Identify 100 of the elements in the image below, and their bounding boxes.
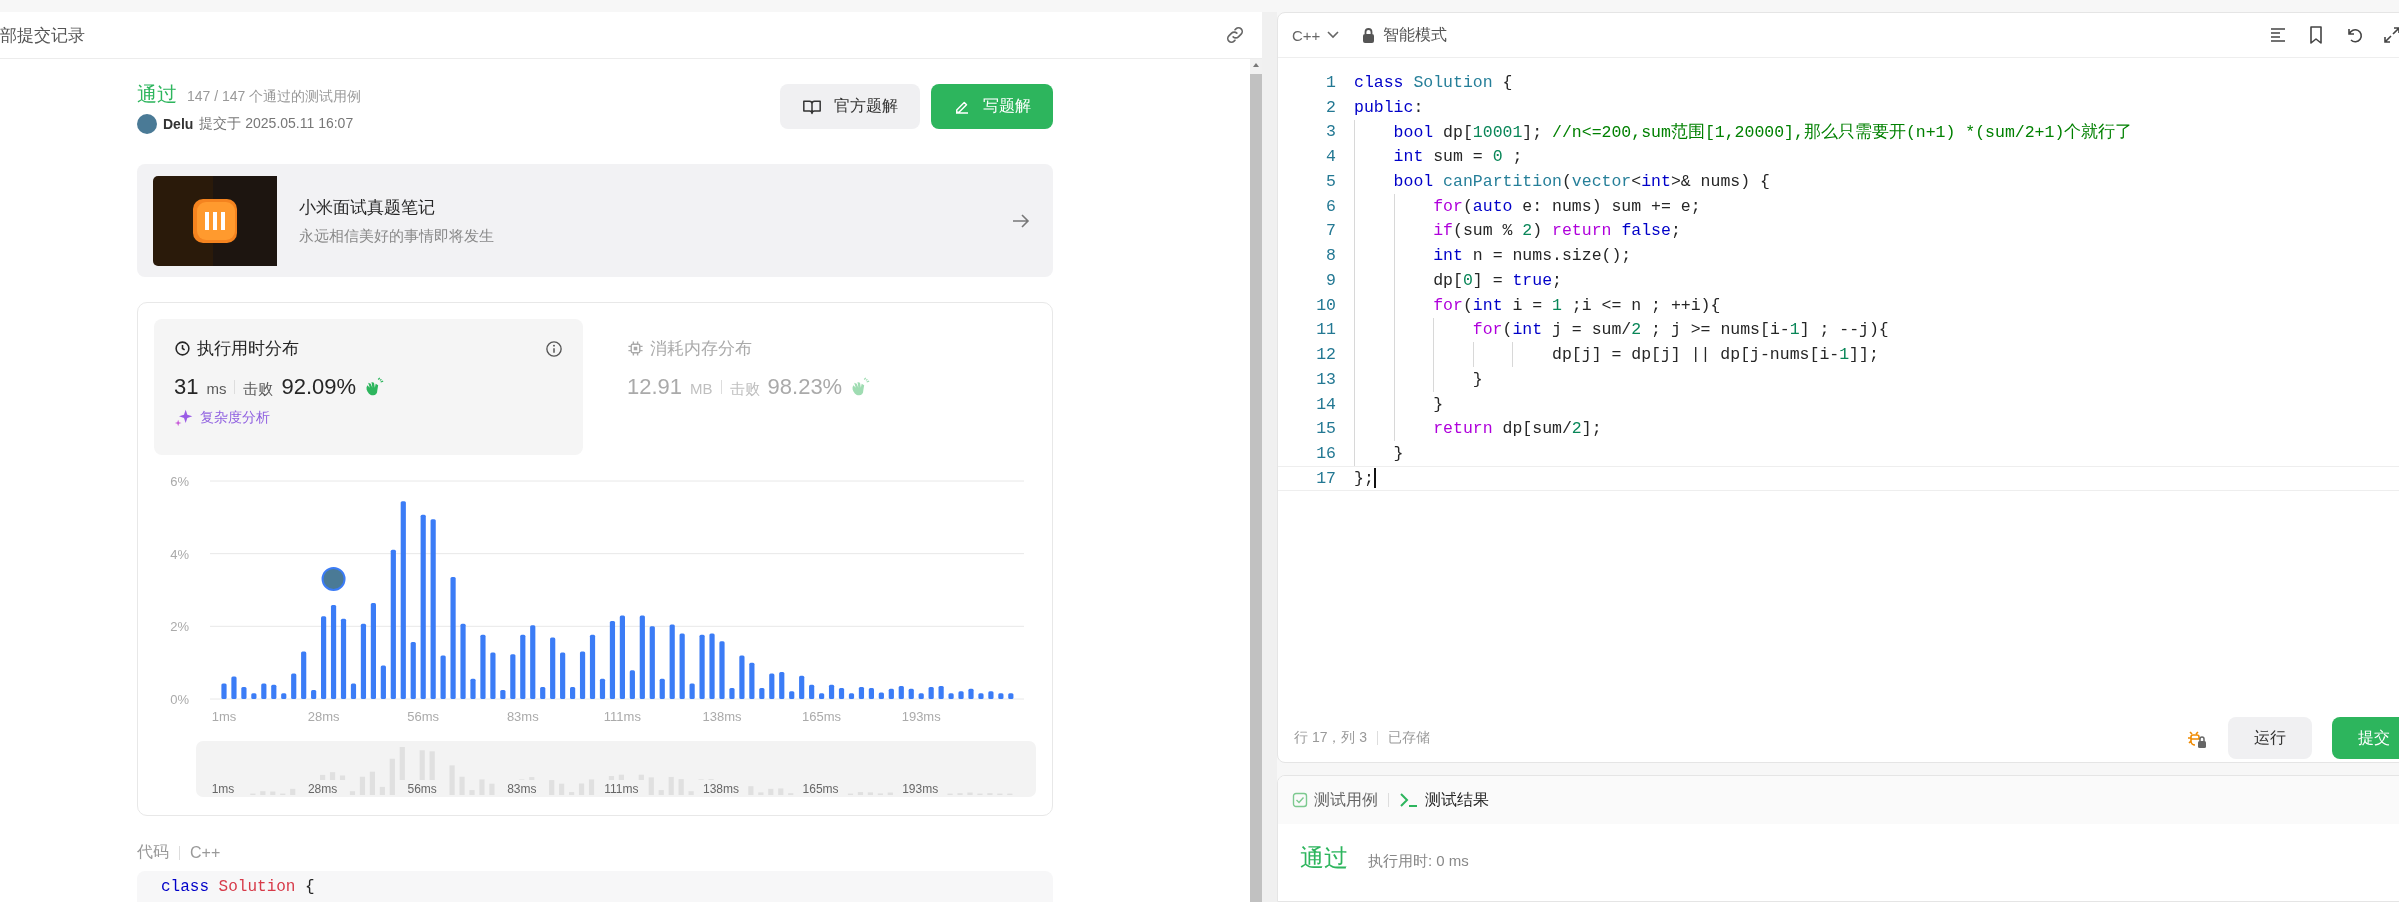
cursor-position: 行 17，列 3 <box>1294 729 1368 747</box>
code-line: for(int j = sum/2 ; j >= nums[i-1] ; --j){ <box>1471 320 1889 340</box>
format-icon[interactable] <box>2268 25 2288 45</box>
code-line: class Solution { <box>1354 72 1513 92</box>
result-status: 通过 <box>137 82 177 107</box>
code-line: } <box>1471 369 1483 389</box>
line-number: 15 <box>1315 419 1336 439</box>
line-number: 8 <box>1325 246 1336 266</box>
text-cursor <box>1373 468 1376 489</box>
arrow-right-icon <box>1011 211 1031 230</box>
axis-label: 0% <box>170 692 189 707</box>
axis-label: 83ms <box>507 782 537 796</box>
runtime-text: 执行用时: 0 ms <box>1368 852 1469 871</box>
line-number: 14 <box>1315 394 1336 414</box>
mode-label[interactable]: 智能模式 <box>1383 24 1448 46</box>
promo-card[interactable]: 小米面试真题笔记 永远相信美好的事情即将发生 <box>137 164 1053 277</box>
axis-label: 4% <box>170 546 189 562</box>
line-number: 11 <box>1315 320 1336 340</box>
line-number: 6 <box>1325 196 1336 216</box>
axis-label: 138ms <box>702 709 742 724</box>
code-line: public: <box>1354 97 1424 117</box>
sparkle-icon <box>174 408 194 428</box>
axis-label: 83ms <box>506 709 539 724</box>
line-number: 10 <box>1315 295 1336 315</box>
stats-title: 执行用时分布 <box>197 338 299 360</box>
save-status: 已存储 <box>1388 729 1431 747</box>
stat-value: 31 <box>174 374 199 400</box>
axis-label: 111ms <box>603 709 641 724</box>
code-line: dp[j] = dp[j] || dp[j-nums[i-1]]; <box>1551 345 1879 365</box>
solution-button[interactable]: 官方题解 <box>780 84 920 129</box>
code-line: for(int i = 1 ;i <= n ; ++i){ <box>1432 295 1721 315</box>
stats-title: 消耗内存分布 <box>650 338 752 360</box>
console-tab[interactable]: 测试结果 <box>1399 789 1489 811</box>
caret-icon <box>1326 30 1341 40</box>
stats-tab[interactable]: 执行用时分布 31 ms 击败 92.09% 复杂度分析 <box>154 319 583 455</box>
avatar <box>137 114 157 134</box>
axis-label: 165ms <box>802 782 839 796</box>
page-title: 部提交记录 <box>0 24 85 47</box>
beats-percent: 98.23% <box>767 374 843 400</box>
info-icon[interactable] <box>545 339 563 358</box>
expand-icon[interactable] <box>2382 25 2399 45</box>
clap-icon <box>850 377 871 397</box>
axis-label: 28ms <box>307 709 340 724</box>
result-status: 通过 <box>1300 843 1348 873</box>
clap-icon <box>364 377 385 397</box>
test-case-count: 147 / 147 个通过的测试用例 <box>187 88 362 106</box>
axis-label: 165ms <box>802 709 842 724</box>
user-name[interactable]: Delu <box>163 116 194 132</box>
code-line: dp[0] = true; <box>1432 270 1562 290</box>
code-line: class Solution { <box>161 878 315 896</box>
chip-icon <box>627 340 644 357</box>
beats-label: 击败 <box>729 380 760 399</box>
axis-label: 56ms <box>407 782 437 796</box>
line-number: 16 <box>1315 444 1336 464</box>
promo-title: 小米面试真题笔记 <box>299 196 436 219</box>
code-line: }; <box>1354 468 1374 488</box>
code-line: bool dp[10001]; //n<=200,sum范围[1,20000],那么只需要开(n+1) *(sum/2+1)个就行了 <box>1392 121 2133 143</box>
line-number: 12 <box>1315 345 1336 365</box>
code-line: if(sum % 2) return false; <box>1432 221 1681 241</box>
axis-label: 56ms <box>407 709 440 724</box>
line-number: 13 <box>1315 369 1336 389</box>
line-number: 7 <box>1325 221 1336 241</box>
axis-label: 193ms <box>902 782 939 796</box>
stat-value: 12.91 <box>627 374 683 400</box>
axis-label: 6% <box>170 474 189 489</box>
stat-unit: ms <box>206 380 227 397</box>
run-button[interactable]: 运行 <box>2228 717 2312 759</box>
scrollbar[interactable] <box>1250 59 1262 902</box>
code-label: 代码 <box>137 842 169 862</box>
link-icon[interactable] <box>1224 24 1246 46</box>
submit-time: 提交于 2025.05.11 16:07 <box>199 115 354 133</box>
axis-label: 28ms <box>307 782 338 796</box>
checkbox-icon <box>1292 792 1308 808</box>
axis-label: 111ms <box>604 782 639 796</box>
line-number: 1 <box>1325 72 1336 92</box>
axis-label: 2% <box>170 619 189 635</box>
code-line: int n = nums.size(); <box>1432 246 1632 266</box>
terminal-icon <box>1399 792 1419 808</box>
code-line: int sum = 0 ; <box>1392 147 1523 167</box>
promo-subtitle: 永远相信美好的事情即将发生 <box>299 226 495 246</box>
axis-label: 1ms <box>211 709 237 724</box>
beats-percent: 92.09% <box>281 374 357 400</box>
language-dropdown[interactable]: C++ <box>1292 26 1341 44</box>
code-line: } <box>1432 394 1444 414</box>
code-line: return dp[sum/2]; <box>1432 419 1602 439</box>
code-line: for(auto e: nums) sum += e; <box>1432 196 1701 216</box>
beats-label: 击败 <box>243 380 274 399</box>
stat-unit: MB <box>690 380 713 397</box>
code-line: } <box>1392 444 1404 464</box>
axis-label: 138ms <box>703 782 739 796</box>
clock-icon <box>174 340 191 357</box>
code-line: bool canPartition(vector<int>& nums) { <box>1392 171 1770 191</box>
language-label: C++ <box>190 843 221 862</box>
axis-label: 193ms <box>901 709 941 724</box>
line-number: 3 <box>1325 122 1336 142</box>
complexity-analysis-link[interactable]: 复杂度分析 <box>200 409 270 427</box>
line-number: 9 <box>1325 270 1336 290</box>
line-number: 4 <box>1325 147 1336 167</box>
console-tab[interactable]: 测试用例 <box>1292 789 1378 811</box>
line-number: 5 <box>1325 171 1336 191</box>
